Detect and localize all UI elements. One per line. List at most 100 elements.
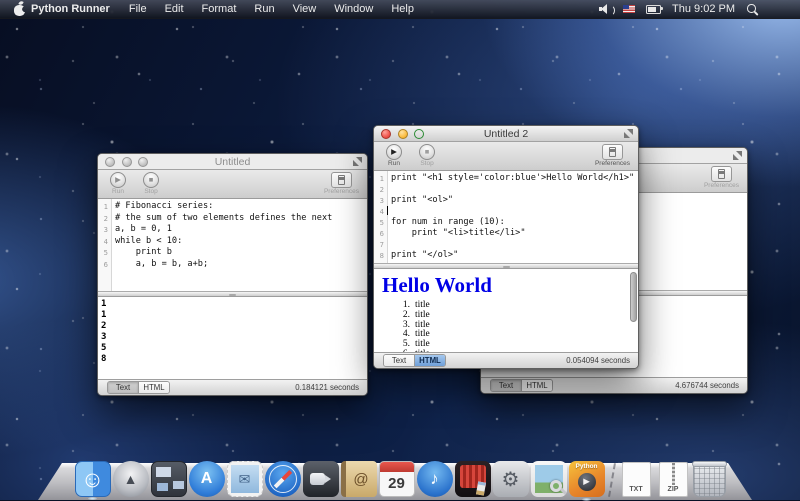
dock-preview[interactable]	[531, 461, 567, 497]
preferences-button[interactable]: Preferences	[595, 144, 630, 167]
menu-file[interactable]: File	[120, 0, 156, 18]
toolbar: ▶ Run ■ Stop Preferences	[374, 142, 638, 171]
code-line: 6 print "<li>title</li>"	[374, 228, 638, 239]
dock-txt-document[interactable]: TXT	[622, 462, 651, 497]
line-number: 4	[98, 236, 111, 248]
run-button[interactable]: ▶ Run	[106, 172, 130, 195]
dock-python-runner[interactable]: Python▶	[569, 461, 605, 497]
tab-text[interactable]: Text	[384, 355, 415, 366]
menu-view[interactable]: View	[284, 0, 326, 18]
status-bar: Text HTML 0.184121 seconds	[98, 379, 367, 395]
tab-html[interactable]: HTML	[139, 382, 169, 393]
status-bar: Text HTML 4.676744 seconds	[481, 377, 747, 393]
dock-safari[interactable]	[265, 461, 301, 497]
code-editor[interactable]: 1# Fibonacci series: 2# the sum of two e…	[98, 199, 367, 291]
tab-html[interactable]: HTML	[522, 380, 552, 391]
menu-run[interactable]: Run	[245, 0, 283, 18]
output-line: 8	[101, 354, 367, 365]
menu-edit[interactable]: Edit	[156, 0, 193, 18]
output-pane[interactable]: Hello World 1.title 2.title 3.title 4.ti…	[374, 269, 638, 352]
close-button[interactable]	[105, 157, 115, 167]
app-menu-python-runner[interactable]: Python Runner	[25, 0, 120, 18]
menu-clock[interactable]: Thu 9:02 PM	[672, 3, 735, 15]
code-text: # Fibonacci series:	[111, 201, 213, 213]
play-icon: ▶	[583, 476, 590, 487]
preferences-button[interactable]: Preferences	[704, 166, 739, 189]
dock-zip-archive[interactable]: ZIP	[659, 462, 688, 497]
dock-launchpad[interactable]: ▲	[113, 461, 149, 497]
fullscreen-icon[interactable]	[733, 151, 742, 160]
titlebar-untitled[interactable]: Untitled	[98, 154, 367, 170]
minimize-button[interactable]	[398, 129, 408, 139]
stop-button[interactable]: ■ Stop	[415, 144, 439, 167]
code-line: 4while b < 10:	[98, 236, 367, 248]
titlebar-untitled-2[interactable]: Untitled 2	[374, 126, 638, 142]
dock-trash[interactable]	[693, 462, 726, 497]
apple-menu-icon[interactable]	[14, 5, 25, 16]
dock-mail[interactable]: ✉	[227, 461, 263, 497]
output-mode-segmented-control: Text HTML	[383, 354, 446, 367]
code-text: print "<li>title</li>"	[387, 228, 526, 239]
minimize-button[interactable]	[122, 157, 132, 167]
tab-html[interactable]: HTML	[415, 355, 445, 366]
scrollbar-track[interactable]	[630, 271, 637, 350]
dock-finder[interactable]: ☺	[75, 461, 111, 497]
us-flag-icon[interactable]	[623, 5, 635, 13]
dock-ical[interactable]: 29	[379, 461, 415, 497]
code-line: 8print "</ol>"	[374, 250, 638, 261]
battery-icon[interactable]	[646, 5, 661, 14]
dock-app-store[interactable]: A	[189, 461, 225, 497]
run-label: Run	[112, 188, 124, 195]
code-line: 4	[374, 206, 638, 217]
stop-icon: ■	[143, 172, 159, 188]
line-number: 7	[374, 239, 387, 250]
spotlight-icon[interactable]	[746, 3, 758, 15]
preferences-button[interactable]: Preferences	[324, 172, 359, 195]
dock-facetime[interactable]	[303, 461, 339, 497]
code-editor[interactable]: 1print "<h1 style='color:blue'>Hello Wor…	[374, 171, 638, 263]
zoom-button[interactable]	[414, 129, 424, 139]
running-indicator	[582, 498, 591, 501]
code-line: 2	[374, 184, 638, 195]
code-text	[387, 184, 391, 195]
close-button[interactable]	[381, 129, 391, 139]
menu-window[interactable]: Window	[325, 0, 382, 18]
stop-button[interactable]: ■ Stop	[139, 172, 163, 195]
calendar-band-icon	[380, 462, 414, 472]
dock-system-preferences[interactable]: ⚙	[493, 461, 529, 497]
app-store-a-icon: A	[201, 470, 213, 488]
output-pane[interactable]: 1 1 2 3 5 8	[98, 297, 367, 379]
line-number: 1	[98, 201, 111, 213]
code-line: 5 print b	[98, 247, 367, 259]
preferences-icon	[711, 166, 732, 182]
execution-time: 0.184121 seconds	[295, 383, 359, 392]
fullscreen-icon[interactable]	[624, 129, 633, 138]
code-text: for num in range (10):	[387, 217, 505, 228]
line-number: 6	[98, 259, 111, 271]
magnifier-handle-icon	[560, 488, 567, 495]
menu-help[interactable]: Help	[382, 0, 423, 18]
menu-bar-status: Thu 9:02 PM	[599, 3, 800, 15]
finder-face-icon: ☺	[81, 466, 104, 493]
code-text	[387, 239, 391, 250]
play-icon: ▶	[386, 144, 402, 160]
zoom-button[interactable]	[138, 157, 148, 167]
volume-icon[interactable]	[599, 4, 612, 15]
output-mode-segmented-control: Text HTML	[107, 381, 170, 394]
dock-photo-booth[interactable]	[455, 461, 491, 497]
fullscreen-icon[interactable]	[353, 157, 362, 166]
menu-bar-left: Python Runner File Edit Format Run View …	[0, 0, 423, 18]
tab-text[interactable]: Text	[491, 380, 522, 391]
play-button-icon: ▶	[578, 473, 596, 491]
line-number: 2	[374, 184, 387, 195]
run-button[interactable]: ▶ Run	[382, 144, 406, 167]
running-indicator	[88, 497, 97, 500]
tab-text[interactable]: Text	[108, 382, 139, 393]
output-mode-segmented-control: Text HTML	[490, 379, 553, 392]
dock-mission-control[interactable]	[151, 461, 187, 497]
dock-itunes[interactable]: ♪	[417, 461, 453, 497]
scrollbar-thumb[interactable]	[630, 272, 637, 323]
output-line: 1	[101, 310, 367, 321]
menu-format[interactable]: Format	[193, 0, 246, 18]
dock-address-book[interactable]: @	[341, 461, 377, 497]
